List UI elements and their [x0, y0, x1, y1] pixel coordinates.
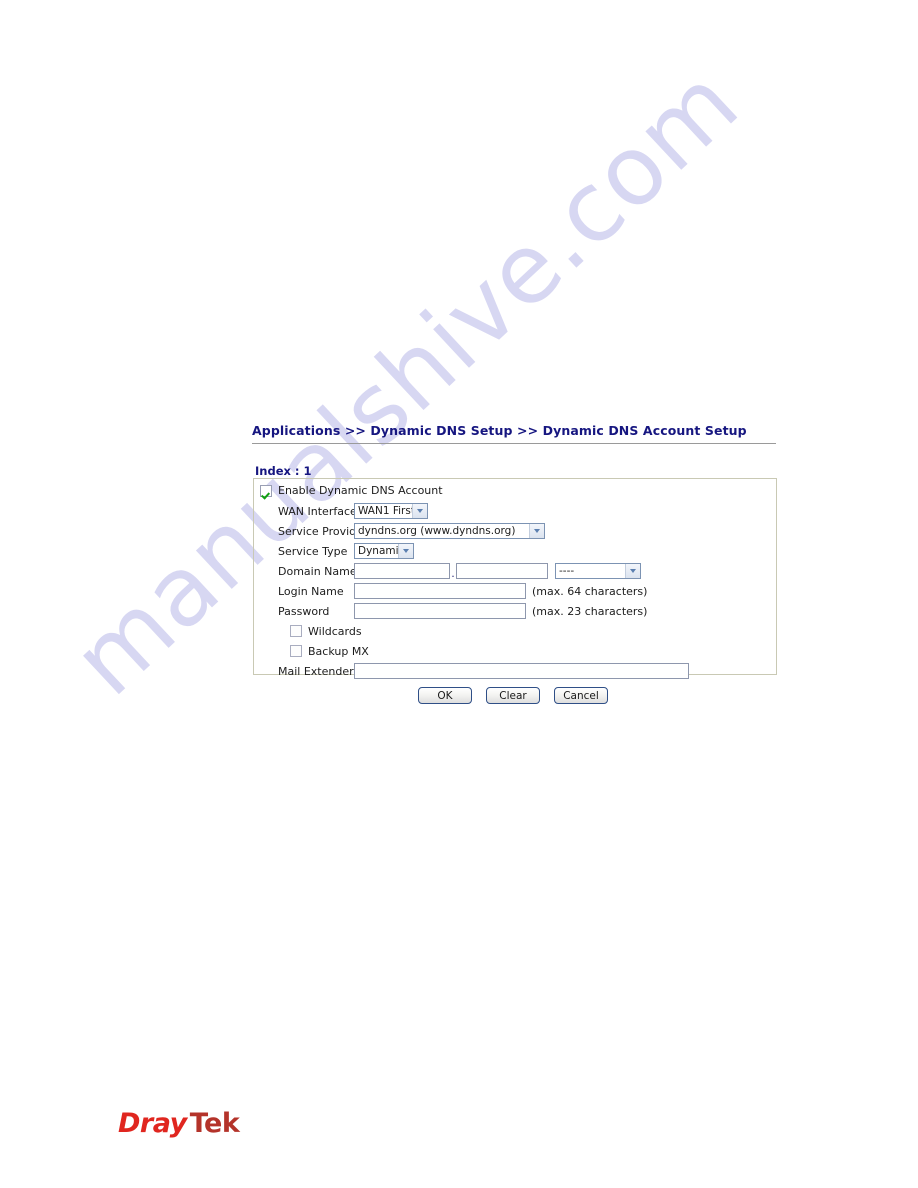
- domain-name-row: Domain Name . ----: [254, 561, 776, 581]
- domain-name-domain-input[interactable]: [456, 563, 548, 579]
- domain-name-tld-select[interactable]: ----: [555, 563, 641, 579]
- service-provider-select[interactable]: dyndns.org (www.dyndns.org): [354, 523, 545, 539]
- password-row: Password (max. 23 characters): [254, 601, 776, 621]
- wan-interface-label: WAN Interface: [278, 504, 357, 518]
- domain-name-host-input[interactable]: [354, 563, 450, 579]
- wan-interface-row: WAN Interface WAN1 First: [254, 501, 776, 521]
- settings-form: WAN Interface WAN1 First Service Provide…: [254, 501, 776, 681]
- login-name-label: Login Name: [278, 584, 344, 598]
- draytek-logo: Dray Tek: [118, 1108, 240, 1139]
- wildcards-label: Wildcards: [308, 624, 362, 638]
- form-action-buttons: OK Clear Cancel: [418, 687, 608, 704]
- enable-dynamic-dns-checkbox[interactable]: [260, 484, 272, 497]
- service-type-select[interactable]: Dynamic: [354, 543, 414, 559]
- backup-mx-label: Backup MX: [308, 644, 369, 658]
- chevron-down-icon: [529, 524, 544, 538]
- enable-dynamic-dns-row[interactable]: Enable Dynamic DNS Account: [260, 484, 443, 497]
- clear-button[interactable]: Clear: [486, 687, 540, 704]
- login-name-hint: (max. 64 characters): [532, 584, 648, 598]
- service-type-row: Service Type Dynamic: [254, 541, 776, 561]
- logo-tek-text: Tek: [189, 1108, 240, 1139]
- service-type-label: Service Type: [278, 544, 348, 558]
- login-name-input[interactable]: [354, 583, 526, 599]
- domain-name-tld-value: ----: [559, 565, 575, 577]
- password-label: Password: [278, 604, 330, 618]
- chevron-down-icon: [412, 504, 427, 518]
- service-provider-value: dyndns.org (www.dyndns.org): [358, 525, 516, 537]
- domain-name-separator: .: [451, 567, 455, 580]
- logo-dray-text: Dray: [118, 1108, 187, 1139]
- service-type-value: Dynamic: [358, 545, 398, 557]
- service-provider-label: Service Provider: [278, 524, 368, 538]
- backup-mx-checkbox[interactable]: [290, 645, 302, 657]
- index-label: Index : 1: [255, 464, 312, 478]
- wildcards-row[interactable]: Wildcards: [254, 621, 776, 641]
- enable-dynamic-dns-label: Enable Dynamic DNS Account: [278, 484, 443, 497]
- mail-extender-row: Mail Extender: [254, 661, 776, 681]
- breadcrumb-divider: [252, 443, 776, 444]
- router-config-page: Applications >> Dynamic DNS Setup >> Dyn…: [0, 0, 918, 1188]
- cancel-button[interactable]: Cancel: [554, 687, 608, 704]
- wildcards-checkbox[interactable]: [290, 625, 302, 637]
- backup-mx-row[interactable]: Backup MX: [254, 641, 776, 661]
- wan-interface-value: WAN1 First: [358, 505, 412, 517]
- wan-interface-select[interactable]: WAN1 First: [354, 503, 428, 519]
- chevron-down-icon: [398, 544, 413, 558]
- chevron-down-icon: [625, 564, 640, 578]
- dynamic-dns-account-panel: Enable Dynamic DNS Account WAN Interface…: [253, 478, 777, 679]
- password-hint: (max. 23 characters): [532, 604, 648, 618]
- breadcrumb: Applications >> Dynamic DNS Setup >> Dyn…: [252, 423, 747, 438]
- mail-extender-label: Mail Extender: [278, 664, 354, 678]
- domain-name-label: Domain Name: [278, 564, 357, 578]
- mail-extender-input[interactable]: [354, 663, 689, 679]
- ok-button[interactable]: OK: [418, 687, 472, 704]
- service-provider-row: Service Provider dyndns.org (www.dyndns.…: [254, 521, 776, 541]
- password-input[interactable]: [354, 603, 526, 619]
- login-name-row: Login Name (max. 64 characters): [254, 581, 776, 601]
